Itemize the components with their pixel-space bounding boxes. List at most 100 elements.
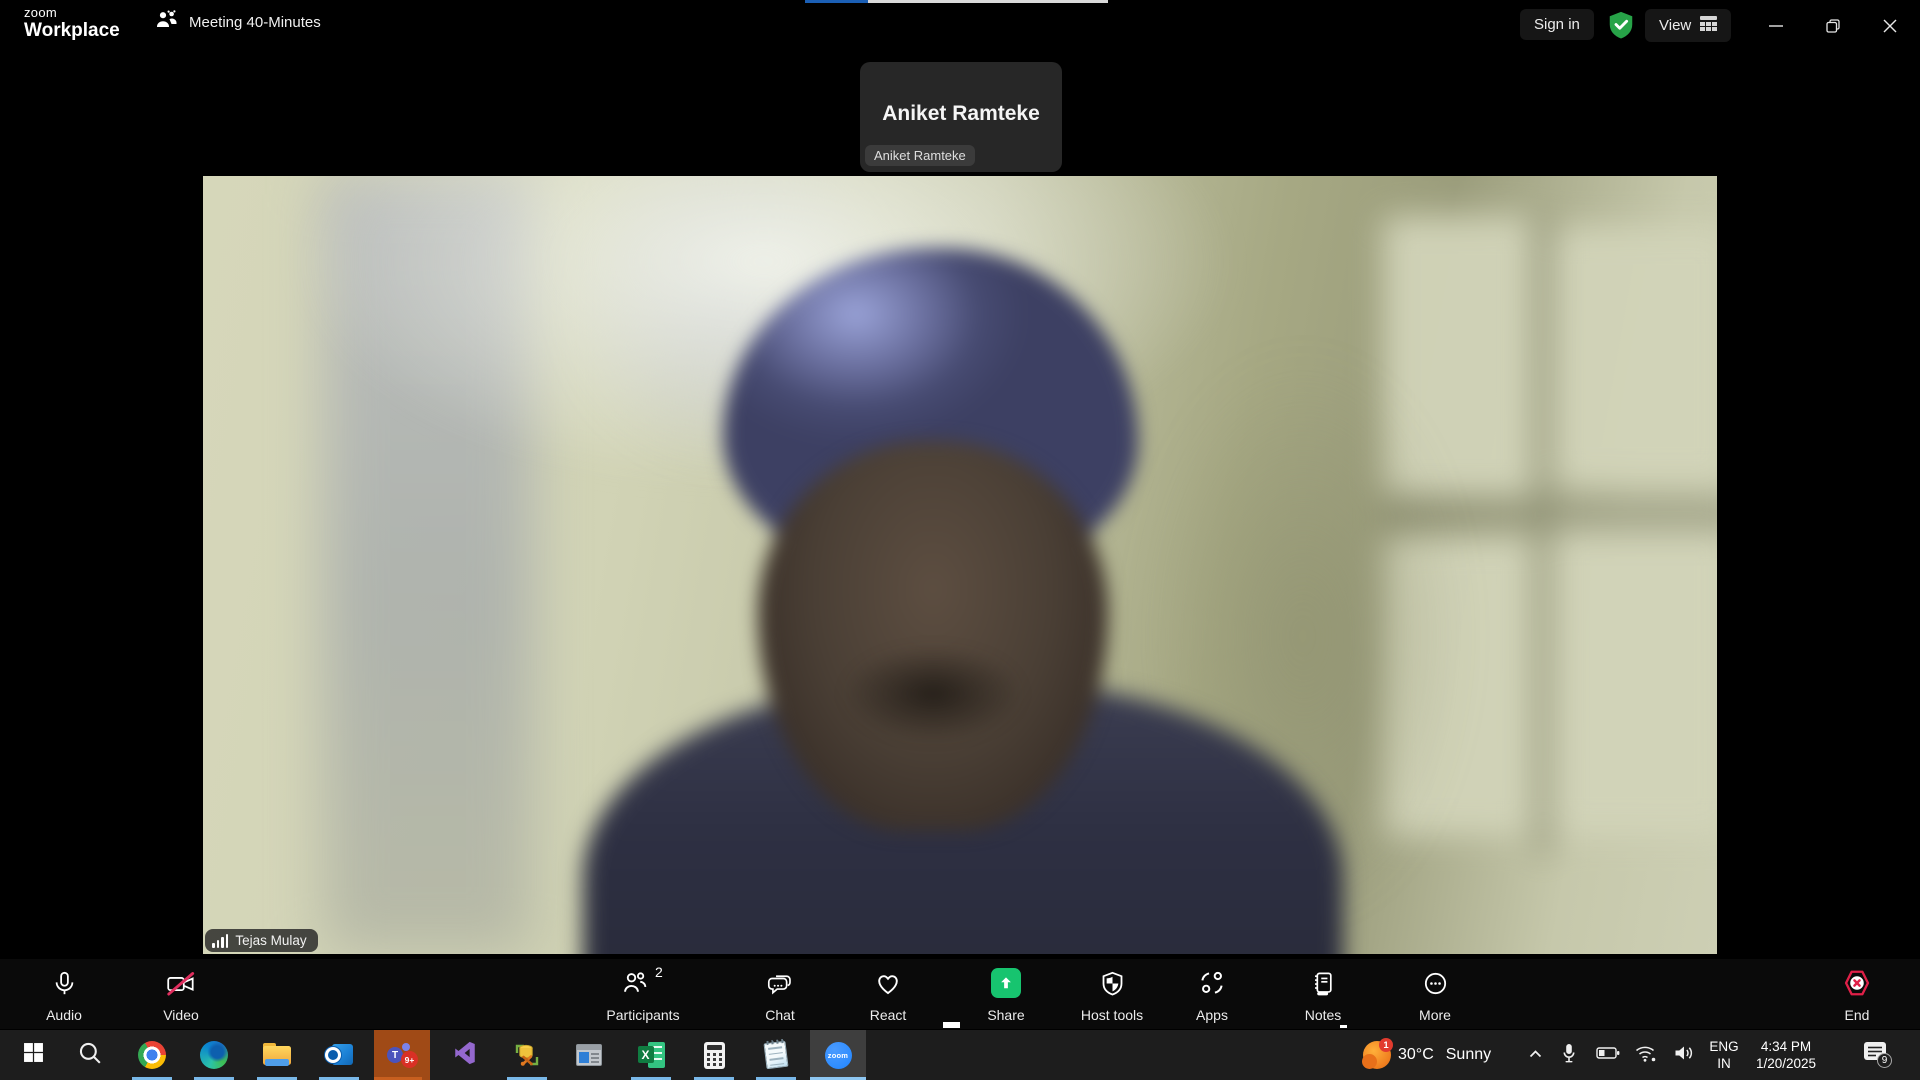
end-hexagon-icon	[1842, 968, 1872, 998]
meeting-info[interactable]: Meeting 40-Minutes	[155, 10, 321, 35]
taskbar-edge[interactable]	[190, 1030, 238, 1080]
logo-workplace-text: Workplace	[24, 21, 120, 40]
notepad-icon	[763, 1041, 788, 1069]
running-indicator	[319, 1077, 359, 1080]
edge-icon	[200, 1041, 228, 1069]
start-button[interactable]	[9, 1030, 57, 1080]
zoom-meeting-window: zoom Workplace Meeting 40-Minutes Sign i…	[0, 0, 1920, 1080]
top-edge-indicator-white	[868, 0, 1108, 3]
chat-icon	[766, 968, 795, 998]
video-button[interactable]: Video	[131, 959, 231, 1029]
tray-mic-button[interactable]	[1552, 1030, 1586, 1080]
taskbar-teams[interactable]: T 9+	[374, 1030, 430, 1080]
speaker-name: Aniket Ramteke	[860, 102, 1062, 126]
artifact-mark	[943, 1022, 960, 1028]
participants-button[interactable]: 2 Participants	[593, 959, 693, 1029]
running-indicator	[631, 1077, 671, 1080]
calculator-icon	[704, 1042, 725, 1069]
taskbar-chrome[interactable]	[128, 1030, 176, 1080]
weather-desc: Sunny	[1446, 1046, 1491, 1064]
more-label: More	[1355, 1007, 1515, 1023]
end-label: End	[1777, 1007, 1920, 1023]
excel-icon: X	[638, 1042, 665, 1068]
tray-language[interactable]: ENG IN	[1702, 1038, 1746, 1072]
taskbar-zoom-active[interactable]: zoom	[810, 1030, 866, 1080]
explorer-icon	[263, 1043, 291, 1067]
clock-time: 4:34 PM	[1750, 1038, 1822, 1055]
main-video-feed: Tejas Mulay	[203, 176, 1717, 954]
restore-button[interactable]	[1810, 0, 1856, 51]
react-button[interactable]: React	[838, 959, 938, 1029]
person-face	[758, 441, 1108, 831]
tray-clock[interactable]: 4:34 PM 1/20/2025	[1750, 1038, 1822, 1072]
participants-count: 2	[655, 964, 663, 980]
taskbar-window-app[interactable]	[565, 1030, 613, 1080]
mic-icon	[51, 968, 78, 998]
tray-volume-button[interactable]	[1666, 1030, 1702, 1080]
teams-badge: 9+	[401, 1051, 418, 1068]
camera-off-icon	[166, 968, 196, 998]
taskbar-notepad[interactable]	[752, 1030, 800, 1080]
meeting-title: Meeting 40-Minutes	[189, 14, 321, 31]
video-label: Video	[101, 1007, 261, 1023]
close-icon[interactable]	[1867, 0, 1913, 51]
taskbar-outlook[interactable]	[315, 1030, 363, 1080]
more-button[interactable]: More	[1385, 959, 1485, 1029]
sign-in-button[interactable]: Sign in	[1520, 9, 1594, 40]
notification-center-button[interactable]: 9	[1856, 1030, 1900, 1080]
windows-taskbar: T 9+	[0, 1030, 1920, 1080]
participants-icon	[621, 968, 649, 998]
tray-wifi-button[interactable]	[1628, 1030, 1664, 1080]
tray-chevron-button[interactable]	[1518, 1030, 1552, 1080]
battery-icon	[1596, 1043, 1621, 1068]
taskbar-excel[interactable]: X	[627, 1030, 675, 1080]
tray-weather-text[interactable]: 30°C Sunny	[1398, 1030, 1491, 1080]
tray-weather-icon[interactable]: 1	[1358, 1030, 1398, 1080]
clock-date: 1/20/2025	[1750, 1055, 1822, 1072]
weather-icon: 1	[1362, 1039, 1394, 1071]
apps-icon	[1198, 968, 1226, 998]
speaker-name-tag: Aniket Ramteke	[865, 145, 975, 166]
signal-bars-icon	[212, 934, 228, 948]
running-indicator	[194, 1077, 234, 1080]
sign-in-label: Sign in	[1534, 16, 1580, 33]
share-arrow-icon	[991, 968, 1021, 998]
running-indicator-active	[810, 1077, 866, 1080]
audio-button[interactable]: Audio	[14, 959, 114, 1029]
notes-icon	[1310, 968, 1337, 998]
security-shield-icon[interactable]	[1606, 9, 1636, 46]
language-line1: ENG	[1702, 1038, 1746, 1055]
speaker-icon	[1673, 1043, 1695, 1068]
zoom-workplace-logo: zoom Workplace	[24, 6, 120, 40]
taskbar-search-button[interactable]	[66, 1030, 114, 1080]
top-edge-indicator-blue	[805, 0, 868, 3]
taskbar-file-explorer[interactable]	[253, 1030, 301, 1080]
more-dots-icon	[1422, 968, 1449, 998]
view-label: View	[1659, 17, 1691, 34]
minimize-button[interactable]	[1753, 0, 1799, 51]
tray-mic-icon	[1560, 1043, 1578, 1068]
logo-zoom-text: zoom	[24, 6, 120, 19]
window-app-icon	[576, 1044, 602, 1066]
view-button[interactable]: View	[1645, 9, 1731, 42]
taskbar-ssms[interactable]	[503, 1030, 551, 1080]
artifact-mark	[1340, 1025, 1347, 1028]
running-indicator	[257, 1077, 297, 1080]
taskbar-calculator[interactable]	[690, 1030, 738, 1080]
end-button[interactable]: End	[1817, 959, 1897, 1029]
person-beard-shadow	[843, 646, 1023, 741]
running-indicator	[132, 1077, 172, 1080]
chrome-icon	[138, 1041, 166, 1069]
taskbar-visual-studio[interactable]	[441, 1030, 489, 1080]
wifi-icon	[1634, 1043, 1658, 1068]
people-icon	[155, 10, 179, 35]
start-icon	[23, 1042, 44, 1068]
language-line2: IN	[1702, 1055, 1746, 1072]
outlook-icon	[325, 1042, 353, 1068]
speaker-tile[interactable]: Aniket Ramteke Aniket Ramteke	[860, 62, 1062, 172]
tray-chevron-icon	[1528, 1046, 1543, 1064]
heart-icon	[874, 968, 902, 998]
tray-battery-button[interactable]	[1590, 1030, 1626, 1080]
search-icon	[78, 1041, 102, 1070]
teams-icon: T 9+	[387, 1041, 417, 1069]
